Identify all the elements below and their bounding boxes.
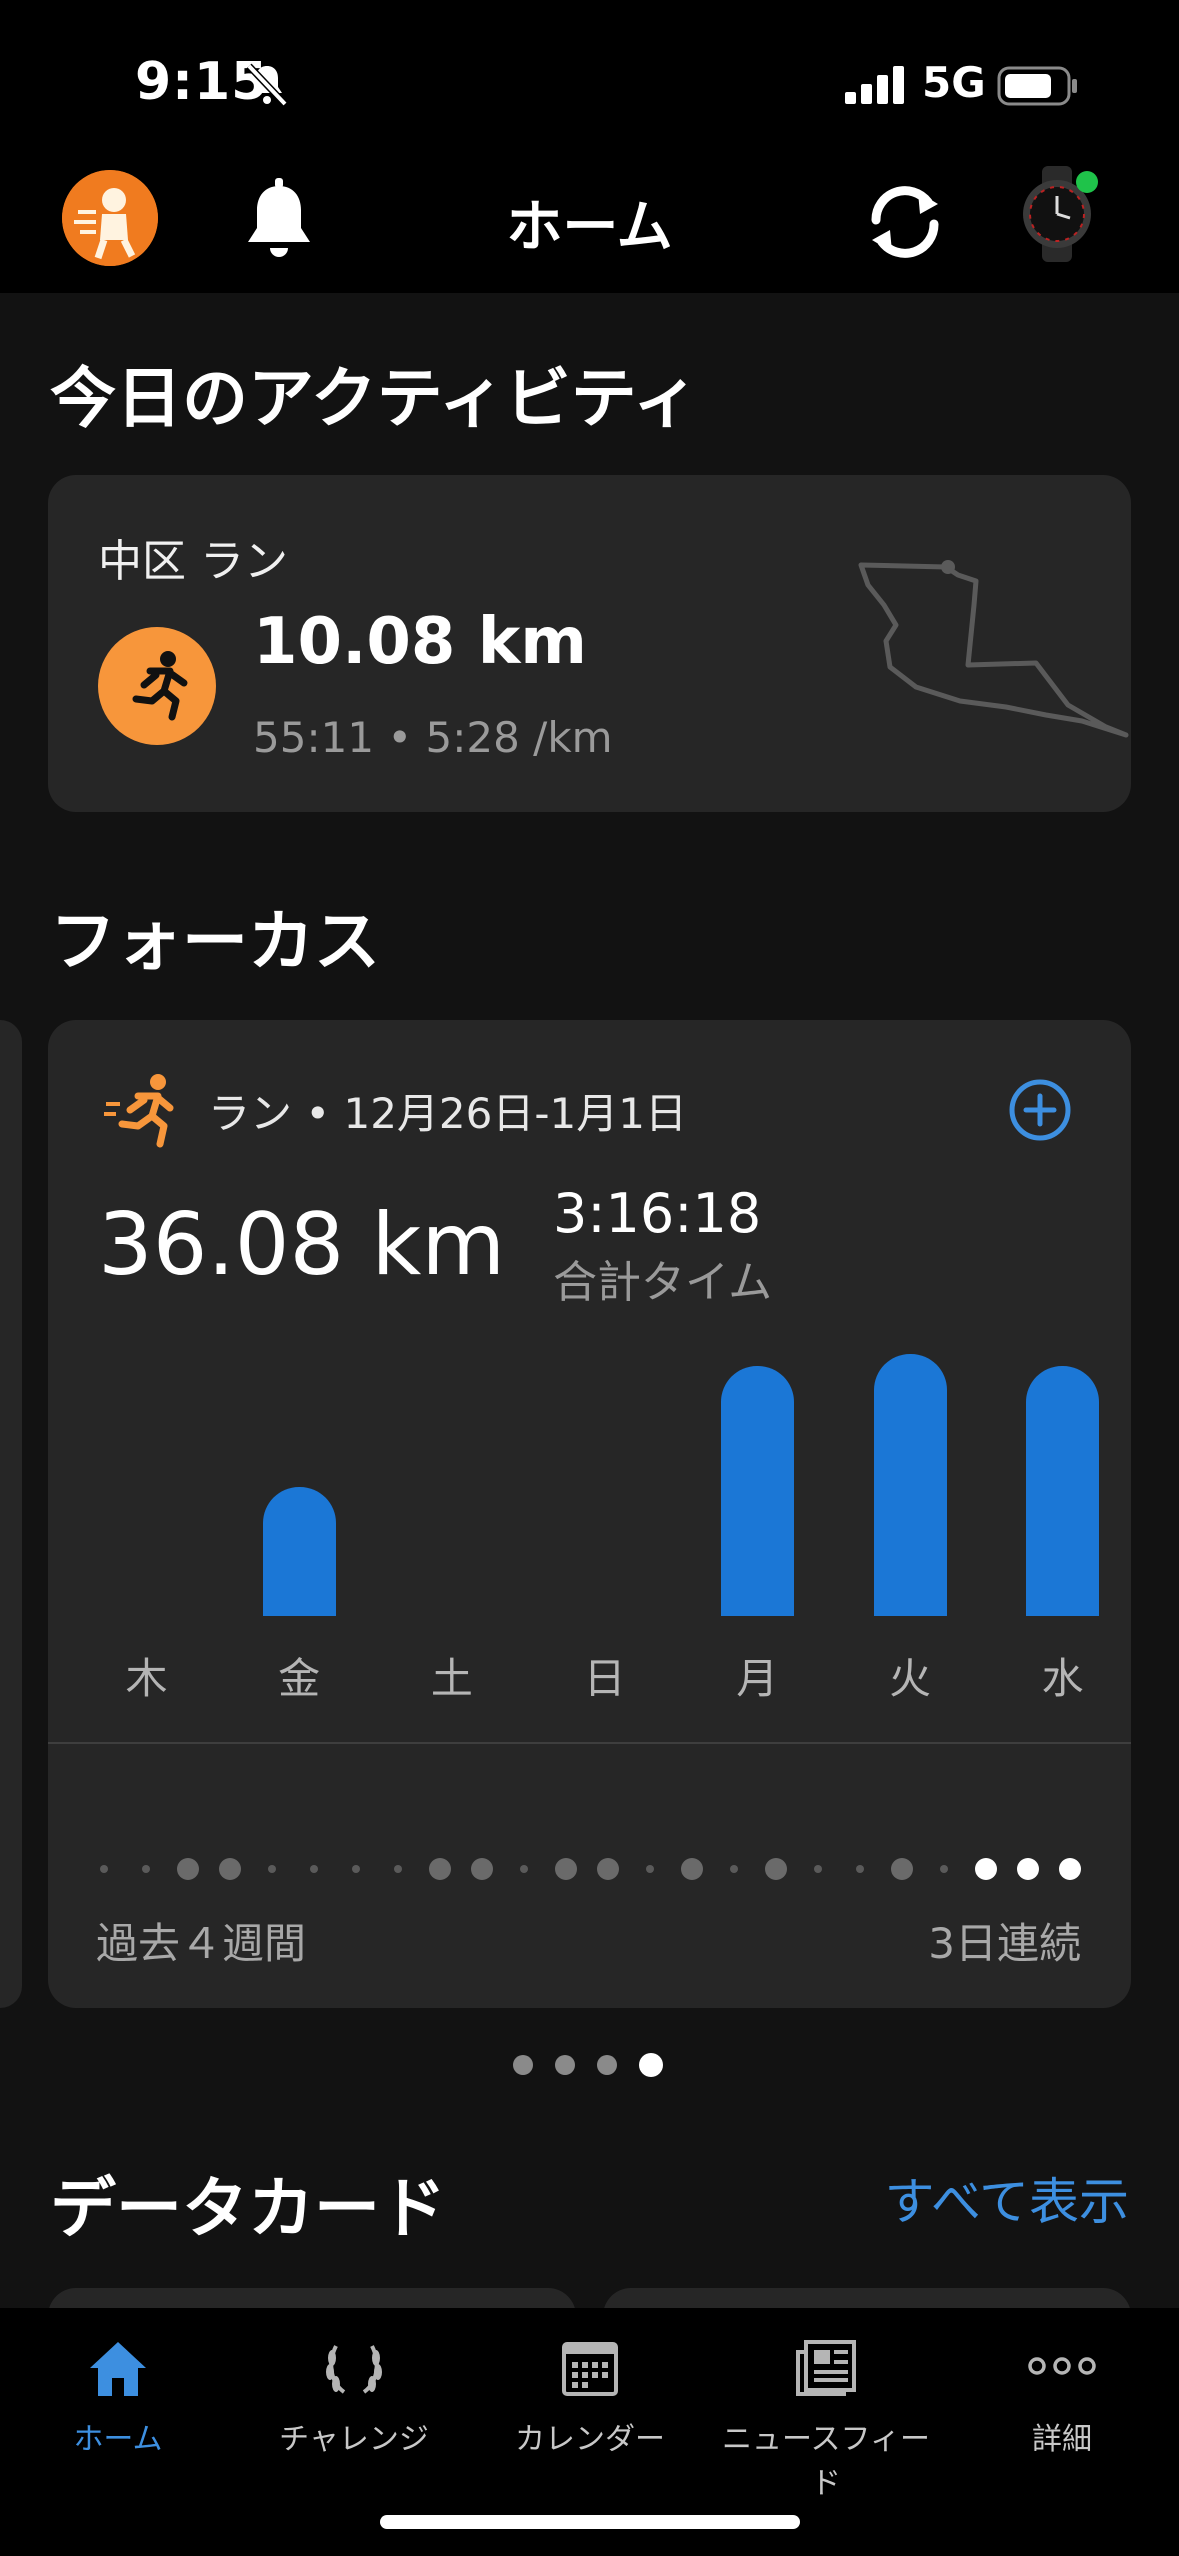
home-indicator (380, 2515, 800, 2529)
streak-count-label: 3日連続 (928, 1919, 1081, 1968)
streak-dot (219, 1858, 241, 1880)
activity-type-badge (98, 627, 216, 745)
day-label: 火 (888, 1654, 931, 1703)
total-distance: 36.08 km (98, 1195, 506, 1295)
pager-dot (555, 2055, 575, 2075)
home-icon (90, 2342, 146, 2396)
silent-bell-icon (246, 63, 288, 106)
streak-dot (681, 1858, 703, 1880)
streak-dot (142, 1865, 150, 1873)
activity-detail: 55:11 • 5:28 /km (253, 713, 613, 762)
running-icon (132, 651, 188, 721)
focus-heading: ラン • 12月26日-1月1日 (208, 1089, 687, 1138)
streak-dot (100, 1865, 108, 1873)
focus-card[interactable]: ラン • 12月26日-1月1日 36.08 km 3:16:18 合計タイム … (48, 1020, 1131, 2008)
previous-card-peek[interactable] (0, 1020, 22, 2008)
streak-dot (856, 1865, 864, 1873)
activity-name: 中区 ラン (98, 536, 288, 587)
divider (48, 1742, 1131, 1744)
pager-dot (639, 2053, 663, 2077)
streak-dot (177, 1858, 199, 1880)
streak-dot (520, 1865, 528, 1873)
activity-distance: 10.08 km (253, 605, 587, 679)
streak-dot (310, 1865, 318, 1873)
streak-dot (940, 1865, 948, 1873)
streak-dot (891, 1858, 913, 1880)
status-bar: 9:15 5G (0, 0, 1179, 160)
streak-dot (394, 1865, 402, 1873)
tab-label: 詳細 (1032, 2422, 1092, 2457)
running-icon (104, 1074, 174, 1148)
activity-card[interactable]: 中区 ラン 10.08 km 55:11 • 5:28 /km (48, 475, 1131, 812)
streak-dot (975, 1858, 997, 1880)
tab-label: チャレンジ (279, 2422, 429, 2457)
network-type: 5G (922, 58, 986, 107)
day-label: 木 (125, 1654, 168, 1703)
datacards-section-title: データカード (50, 2170, 446, 2247)
day-label: 水 (1041, 1654, 1084, 1703)
streak-dot (268, 1865, 276, 1873)
laurel-icon (326, 2345, 382, 2394)
day-label: 月 (736, 1654, 779, 1703)
top-app-bar: ホーム (0, 160, 1179, 293)
pager-dot (597, 2055, 617, 2075)
tab-label: カレンダー (515, 2422, 665, 2457)
streak-dot (1017, 1858, 1039, 1880)
focus-section-title: フォーカス (50, 903, 380, 980)
total-time: 3:16:18 (553, 1182, 762, 1245)
activity-section-title: 今日のアクティビティ (50, 360, 699, 437)
streak-dot (429, 1858, 451, 1880)
tab-challenges[interactable]: チャレンジ (236, 2338, 472, 2458)
sync-icon[interactable] (862, 182, 948, 262)
streak-dot (471, 1858, 493, 1880)
day-label: 土 (430, 1654, 473, 1703)
tab-label: ニュースフィード (722, 2422, 930, 2501)
streak-dot (646, 1865, 654, 1873)
day-bar (720, 1366, 794, 1616)
streak-dot (730, 1865, 738, 1873)
streak-dot (597, 1858, 619, 1880)
more-icon (1028, 2357, 1096, 2375)
watch-device-icon[interactable] (1012, 166, 1108, 262)
tab-calendar[interactable]: カレンダー (472, 2338, 708, 2458)
page-title: ホーム (506, 195, 673, 260)
streak-dot (1059, 1858, 1081, 1880)
battery-icon (997, 66, 1077, 106)
tab-label: ホーム (73, 2422, 163, 2457)
add-button[interactable] (1008, 1078, 1072, 1142)
day-bar (1026, 1366, 1100, 1616)
route-map-thumbnail (858, 560, 1129, 738)
streak-dot (352, 1865, 360, 1873)
streak-dot (814, 1865, 822, 1873)
total-time-label: 合計タイム (553, 1257, 773, 1308)
day-bar (873, 1354, 947, 1616)
see-all-link[interactable]: すべて表示 (885, 2162, 1130, 2234)
day-bar (262, 1487, 336, 1616)
signal-icon (845, 66, 904, 104)
day-label: 金 (278, 1654, 321, 1703)
tab-newsfeed[interactable]: ニュースフィード (708, 2338, 944, 2502)
calendar-icon (562, 2342, 618, 2396)
pager-dot (513, 2055, 533, 2075)
streak-dot (765, 1858, 787, 1880)
tab-more[interactable]: 詳細 (944, 2338, 1179, 2458)
streak-dot (555, 1858, 577, 1880)
day-label: 日 (583, 1654, 626, 1703)
streak-period-label: 過去４週間 (96, 1919, 307, 1968)
tab-home[interactable]: ホーム (0, 2338, 236, 2458)
newsfeed-icon (796, 2340, 856, 2396)
